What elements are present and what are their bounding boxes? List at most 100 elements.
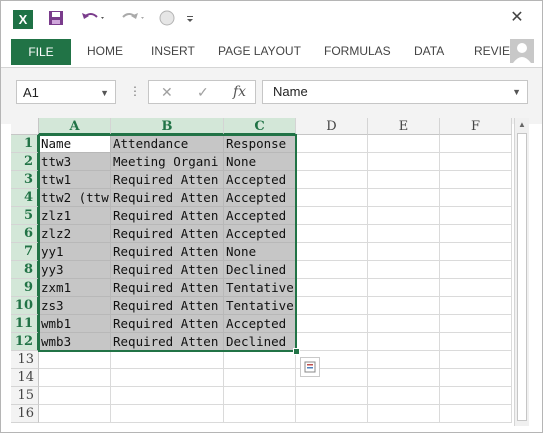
cell-b2[interactable]: Meeting Organi [111,153,224,171]
cell-c14[interactable] [224,369,296,387]
cell-a13[interactable] [39,351,111,369]
cell-f15[interactable] [440,387,512,405]
cell-c12[interactable]: Declined [224,333,296,351]
cell-e4[interactable] [368,189,440,207]
tab-file[interactable]: FILE [11,39,71,65]
cell-b8[interactable]: Required Atten [111,261,224,279]
cell-d7[interactable] [296,243,368,261]
cell-b6[interactable]: Required Atten [111,225,224,243]
cell-c2[interactable]: None [224,153,296,171]
column-header-b[interactable]: B [111,118,224,135]
formula-input[interactable]: Name ▼ [262,80,528,104]
chevron-down-icon[interactable]: ▼ [100,81,109,105]
cell-c7[interactable]: None [224,243,296,261]
insert-function-icon[interactable]: fx [233,84,246,100]
cell-b4[interactable]: Required Atten [111,189,224,207]
cell-f11[interactable] [440,315,512,333]
cell-e10[interactable] [368,297,440,315]
tab-insert[interactable]: INSERT [151,37,195,65]
cell-d1[interactable] [296,135,368,153]
cell-f6[interactable] [440,225,512,243]
cell-f5[interactable] [440,207,512,225]
cell-a5[interactable]: zlz1 [39,207,111,225]
cell-c8[interactable]: Declined [224,261,296,279]
cell-a1[interactable]: Name [39,135,111,153]
scrollbar-thumb[interactable] [517,133,527,421]
undo-icon[interactable] [79,9,107,27]
cell-e12[interactable] [368,333,440,351]
cell-a7[interactable]: yy1 [39,243,111,261]
cell-d3[interactable] [296,171,368,189]
cell-e3[interactable] [368,171,440,189]
cell-f3[interactable] [440,171,512,189]
row-header-6[interactable]: 6 [11,225,39,243]
row-header-1[interactable]: 1 [11,135,39,153]
worksheet-grid[interactable]: A B C D E F 1 Name Attendance Response 2 ttw3 Meetin… [11,118,514,426]
row-header-5[interactable]: 5 [11,207,39,225]
row-header-4[interactable]: 4 [11,189,39,207]
row-header-8[interactable]: 8 [11,261,39,279]
cell-c16[interactable] [224,405,296,423]
cell-f2[interactable] [440,153,512,171]
cell-c10[interactable]: Tentative [224,297,296,315]
cell-a4[interactable]: ttw2 (ttw [39,189,111,207]
cell-a11[interactable]: wmb1 [39,315,111,333]
row-header-10[interactable]: 10 [11,297,39,315]
row-header-11[interactable]: 11 [11,315,39,333]
cell-c15[interactable] [224,387,296,405]
cell-d9[interactable] [296,279,368,297]
cell-b1[interactable]: Attendance [111,135,224,153]
tab-page-layout[interactable]: PAGE LAYOUT [218,37,301,65]
save-icon[interactable] [47,9,65,27]
row-header-7[interactable]: 7 [11,243,39,261]
cell-a2[interactable]: ttw3 [39,153,111,171]
cell-a10[interactable]: zs3 [39,297,111,315]
cell-c4[interactable]: Accepted [224,189,296,207]
cell-e7[interactable] [368,243,440,261]
cell-e2[interactable] [368,153,440,171]
cell-b16[interactable] [111,405,224,423]
cell-b11[interactable]: Required Atten [111,315,224,333]
row-header-12[interactable]: 12 [11,333,39,351]
column-header-e[interactable]: E [368,118,440,135]
quick-analysis-icon[interactable] [300,357,320,377]
cell-b14[interactable] [111,369,224,387]
cell-d8[interactable] [296,261,368,279]
vertical-scrollbar[interactable]: ▲ [514,118,529,426]
cell-b9[interactable]: Required Atten [111,279,224,297]
cell-a12[interactable]: wmb3 [39,333,111,351]
row-header-14[interactable]: 14 [11,369,39,387]
expand-formula-bar-icon[interactable]: ▼ [512,81,521,103]
name-box[interactable]: A1 ▼ [16,80,116,104]
cell-e5[interactable] [368,207,440,225]
cell-a8[interactable]: yy3 [39,261,111,279]
row-header-16[interactable]: 16 [11,405,39,423]
cell-f10[interactable] [440,297,512,315]
cell-e14[interactable] [368,369,440,387]
customize-qat-icon[interactable] [185,9,195,27]
row-header-15[interactable]: 15 [11,387,39,405]
cell-f1[interactable] [440,135,512,153]
cell-c6[interactable]: Accepted [224,225,296,243]
row-header-2[interactable]: 2 [11,153,39,171]
cell-d10[interactable] [296,297,368,315]
cell-c11[interactable]: Accepted [224,315,296,333]
cell-a16[interactable] [39,405,111,423]
cell-e1[interactable] [368,135,440,153]
cell-a15[interactable] [39,387,111,405]
cell-b3[interactable]: Required Atten [111,171,224,189]
redo-icon[interactable] [119,9,147,27]
column-header-f[interactable]: F [440,118,512,135]
cell-d4[interactable] [296,189,368,207]
cell-a9[interactable]: zxm1 [39,279,111,297]
cell-e8[interactable] [368,261,440,279]
fill-handle[interactable] [293,348,300,355]
cell-b5[interactable]: Required Atten [111,207,224,225]
cell-a14[interactable] [39,369,111,387]
row-header-13[interactable]: 13 [11,351,39,369]
column-header-a[interactable]: A [39,118,111,135]
enter-icon[interactable]: ✓ [197,84,209,101]
cell-f8[interactable] [440,261,512,279]
cell-b10[interactable]: Required Atten [111,297,224,315]
cell-f16[interactable] [440,405,512,423]
